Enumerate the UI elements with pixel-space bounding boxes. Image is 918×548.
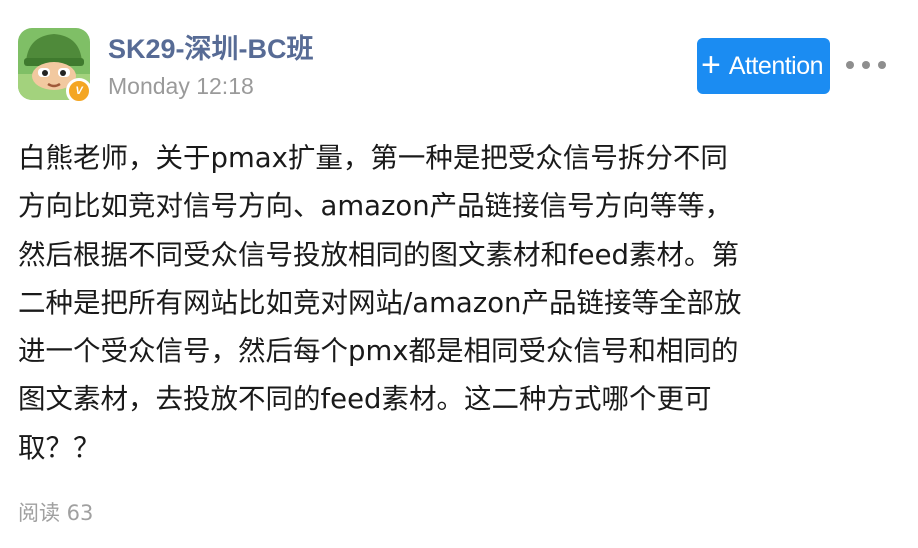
avatar[interactable]: V bbox=[18, 28, 92, 104]
post-body-line: 白熊老师，关于pmax扩量，第一种是把受众信号拆分不同 bbox=[18, 142, 728, 174]
post-timestamp: Monday 12:18 bbox=[108, 73, 254, 99]
post-body: 白熊老师，关于pmax扩量，第一种是把受众信号拆分不同 方向比如竞对信号方向、a… bbox=[18, 134, 898, 472]
more-dots-icon[interactable] bbox=[846, 58, 886, 72]
dot bbox=[846, 61, 854, 69]
attention-button-label: Attention bbox=[728, 51, 824, 80]
read-count: 阅读 63 bbox=[18, 501, 94, 525]
post-body-line: 然后根据不同受众信号投放相同的图文素材和feed素材。第 bbox=[18, 238, 739, 271]
attention-button[interactable]: + Attention bbox=[697, 38, 830, 94]
author-name[interactable]: SK29-深圳-BC班 bbox=[108, 27, 314, 66]
post-body-line: 取？？ bbox=[18, 431, 101, 464]
post-body-line: 图文素材，去投放不同的feed素材。这二种方式哪个更可 bbox=[18, 383, 712, 416]
verified-badge-icon: V bbox=[66, 78, 92, 104]
post-body-line: 二种是把所有网站比如竞对网站/amazon产品链接等全部放 bbox=[18, 286, 742, 319]
post-body-line: 方向比如竞对信号方向、amazon产品链接信号方向等等， bbox=[18, 190, 733, 223]
dot bbox=[878, 61, 886, 69]
dot bbox=[862, 61, 870, 69]
post-body-line: 进一个受众信号，然后每个pmx都是相同受众信号和相同的 bbox=[18, 335, 739, 368]
plus-icon: + bbox=[701, 45, 721, 84]
